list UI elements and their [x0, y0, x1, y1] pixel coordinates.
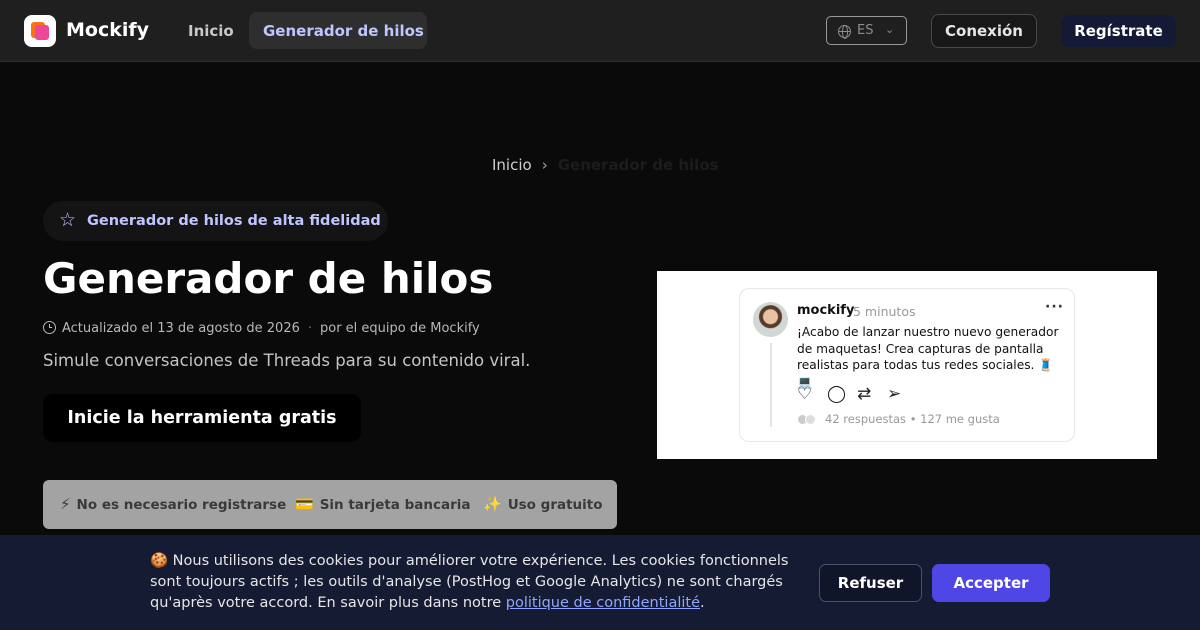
- page-subtitle: Simule conversaciones de Threads para su…: [43, 351, 531, 370]
- feature-list: ⚡ No es necesario registrarse 💳 Sin tarjet…: [43, 480, 617, 529]
- thread-preview: mockify 5 minutos ··· ¡Acabo de lanzar n…: [657, 271, 1157, 459]
- feature-badge: ☆ Generador de hilos de alta fidelidad: [43, 201, 388, 241]
- sparkles-icon: ✨: [483, 495, 502, 513]
- more-options-icon: ···: [1045, 299, 1064, 315]
- meta-separator: ·: [307, 321, 312, 336]
- breadcrumb-current: Generador de hilos: [557, 156, 719, 174]
- breadcrumb-home[interactable]: Inicio: [492, 156, 532, 174]
- star-icon: ☆: [59, 209, 77, 231]
- feature-label: Uso gratuito: [507, 497, 603, 513]
- feature-item: 💳 Sin tarjeta bancaria: [295, 495, 471, 513]
- heart-icon: ♡: [797, 384, 813, 404]
- nav-link-label: Generador de hilos: [263, 22, 424, 40]
- globe-icon: [838, 25, 851, 39]
- post-text: ¡Acabo de lanzar nuestro nuevo generador…: [797, 325, 1059, 390]
- breadcrumb-separator: ›: [541, 156, 548, 174]
- lightning-icon: ⚡: [60, 495, 71, 513]
- badge-label: Generador de hilos de alta fidelidad: [87, 213, 381, 229]
- cookie-message: 🍪 Nous utilisons des cookies pour amélio…: [150, 551, 810, 614]
- accept-cookies-button[interactable]: Accepter: [932, 564, 1050, 602]
- breadcrumb: Inicio › Generador de hilos: [492, 156, 719, 174]
- nav-link-thread-generator[interactable]: Generador de hilos: [249, 12, 427, 49]
- language-code: ES: [857, 23, 874, 38]
- post-stats: 42 respuestas • 127 me gusta: [797, 412, 1000, 426]
- thread-line: [770, 343, 772, 427]
- page-title: Generador de hilos: [43, 254, 494, 303]
- repost-icon: ⇄: [857, 384, 872, 404]
- thread-post-card: mockify 5 minutos ··· ¡Acabo de lanzar n…: [739, 288, 1075, 442]
- logo-icon[interactable]: [24, 15, 56, 47]
- author: por el equipo de Mockify: [320, 321, 480, 336]
- avatar: [753, 302, 788, 337]
- feature-label: No es necesario registrarse: [76, 497, 287, 513]
- signup-button[interactable]: Regístrate: [1061, 15, 1176, 47]
- post-username: mockify: [797, 303, 855, 318]
- feature-label: Sin tarjeta bancaria: [319, 497, 471, 513]
- chevron-down-icon: ⌄: [885, 23, 895, 36]
- clock-icon: [43, 321, 56, 334]
- brand-name[interactable]: Mockify: [66, 19, 149, 41]
- credit-card-icon: 💳: [295, 495, 314, 513]
- refuse-cookies-button[interactable]: Refuser: [819, 564, 922, 602]
- share-icon: ➢: [887, 384, 902, 404]
- comment-icon: ◯: [827, 384, 847, 404]
- language-selector[interactable]: ES ⌄: [826, 16, 907, 45]
- page-meta: Actualizado el 13 de agosto de 2026 · por …: [43, 321, 480, 336]
- launch-tool-button[interactable]: Inicie la herramienta gratis: [43, 394, 361, 442]
- site-header: Mockify Inicio Generador de hilos ES ⌄ C…: [0, 0, 1200, 62]
- privacy-policy-link[interactable]: politique de confidentialité: [506, 595, 700, 611]
- feature-item: ✨ Uso gratuito: [483, 495, 603, 513]
- nav-link-home[interactable]: Inicio: [188, 22, 234, 40]
- cookie-text-end: .: [700, 595, 705, 611]
- updated-date: Actualizado el 13 de agosto de 2026: [62, 321, 300, 336]
- feature-item: ⚡ No es necesario registrarse: [60, 495, 286, 513]
- cookie-banner: 🍪 Nous utilisons des cookies pour amélio…: [0, 535, 1200, 630]
- post-time: 5 minutos: [853, 304, 916, 319]
- post-stats-text: 42 respuestas • 127 me gusta: [825, 412, 1000, 426]
- reply-avatars: [797, 414, 821, 425]
- login-button[interactable]: Conexión: [931, 14, 1037, 48]
